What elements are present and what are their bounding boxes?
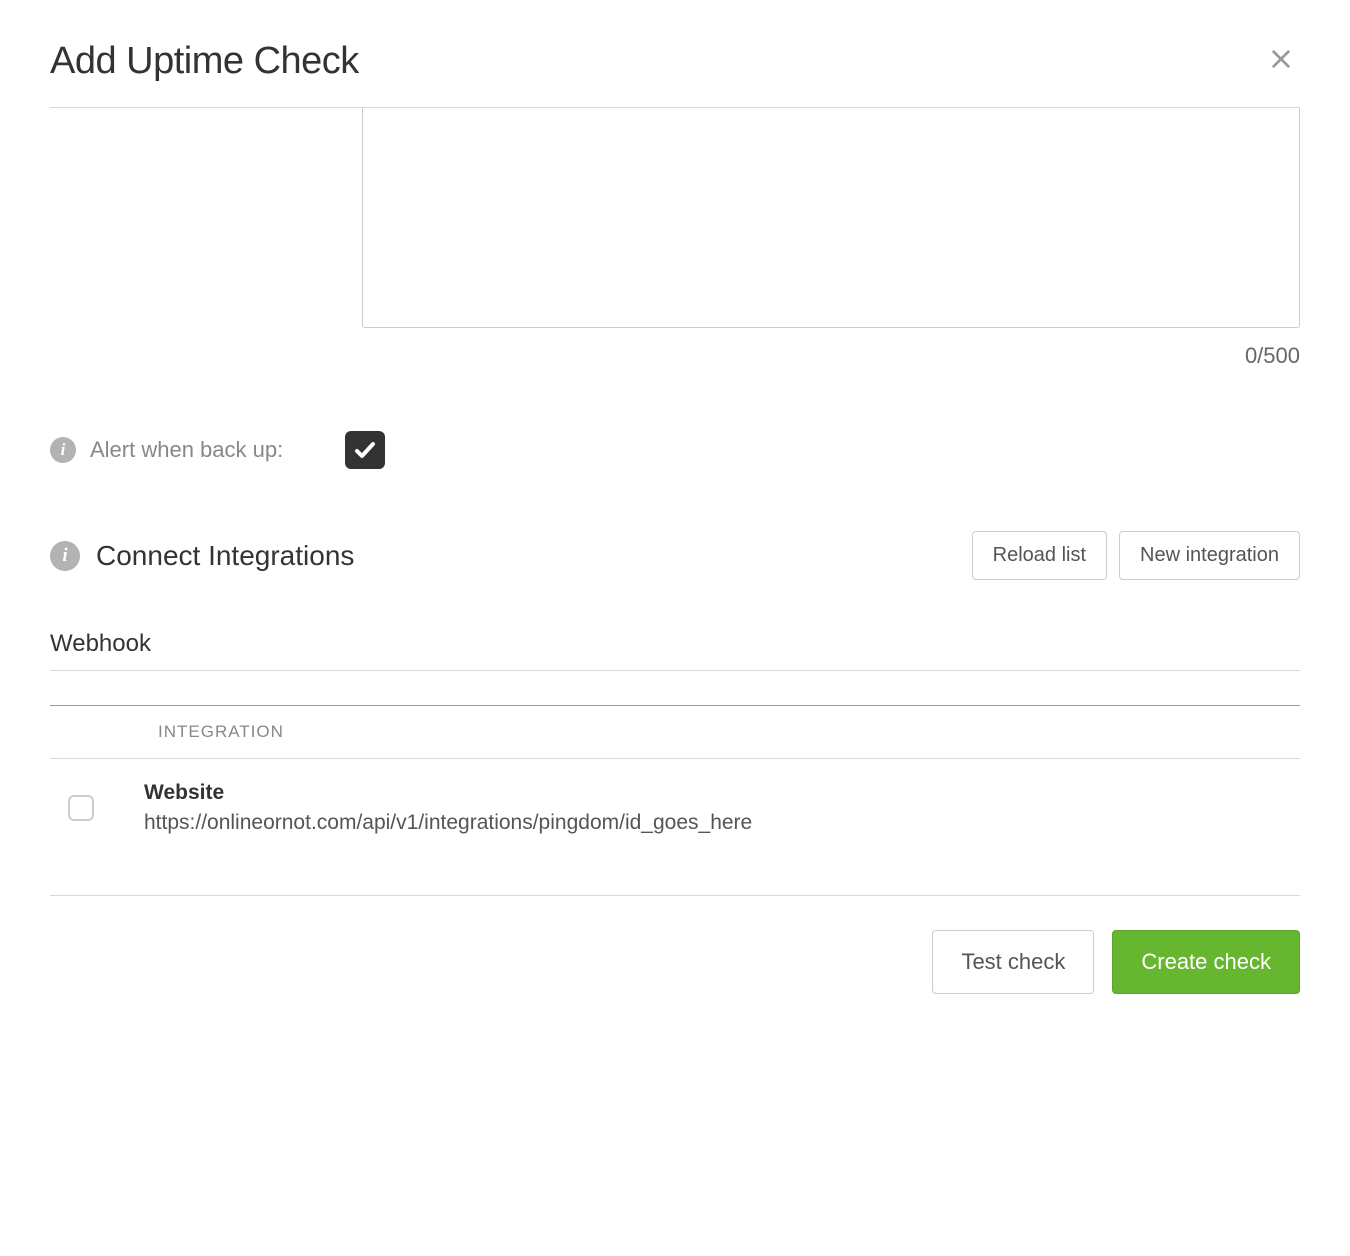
- modal-title: Add Uptime Check: [50, 40, 359, 83]
- integration-column-header: INTEGRATION: [50, 705, 1300, 759]
- integration-row-checkbox[interactable]: [68, 795, 94, 821]
- alert-back-up-checkbox[interactable]: [345, 431, 385, 469]
- alert-back-up-label: Alert when back up:: [90, 437, 283, 463]
- close-icon[interactable]: [1262, 40, 1300, 82]
- webhook-heading: Webhook: [50, 630, 1300, 671]
- info-icon[interactable]: i: [50, 541, 80, 571]
- table-row: Website https://onlineornot.com/api/v1/i…: [50, 759, 1300, 857]
- message-textarea[interactable]: [362, 108, 1300, 328]
- create-check-button[interactable]: Create check: [1112, 930, 1300, 994]
- integrations-section-title: Connect Integrations: [96, 540, 354, 572]
- info-icon[interactable]: i: [50, 437, 76, 463]
- new-integration-button[interactable]: New integration: [1119, 531, 1300, 580]
- integration-url: https://onlineornot.com/api/v1/integrati…: [144, 811, 1300, 835]
- char-counter: 0/500: [362, 343, 1300, 369]
- reload-list-button[interactable]: Reload list: [972, 531, 1107, 580]
- integration-name: Website: [144, 781, 1300, 805]
- test-check-button[interactable]: Test check: [932, 930, 1094, 994]
